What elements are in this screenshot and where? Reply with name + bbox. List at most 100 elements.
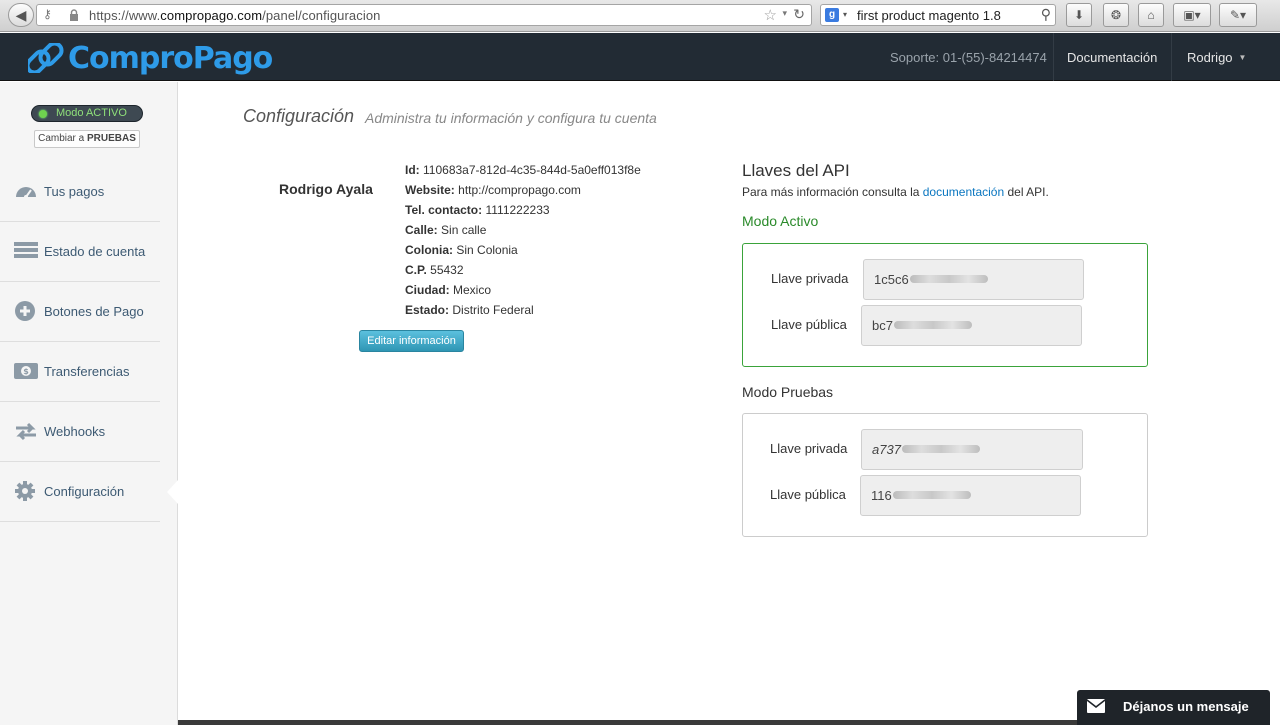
sidebar-item-label: Botones de Pago: [44, 304, 144, 319]
sidebar-item-tus-pagos[interactable]: Tus pagos: [0, 162, 160, 222]
profile-name: Rodrigo Ayala: [279, 181, 373, 197]
page-title: Configuración: [243, 106, 355, 126]
brand-name: ComproPago: [68, 41, 273, 76]
active-indicator: [167, 480, 178, 504]
sidebar-item-label: Webhooks: [44, 424, 106, 439]
field-value: Sin Colonia: [456, 243, 518, 257]
sidebar-item-configuracion[interactable]: Configuración: [0, 462, 160, 522]
active-private-key-label: Llave privada: [771, 271, 849, 286]
field-label: Calle:: [405, 223, 438, 237]
active-public-key-field[interactable]: bc7: [861, 305, 1082, 346]
redacted-mask: [893, 321, 972, 329]
documentation-inline-link[interactable]: documentación: [923, 185, 1004, 199]
key-value: 1c5c6: [874, 272, 909, 287]
info-state: Estado: Distrito Federal: [405, 303, 534, 317]
page-subtitle: Administra tu información y configura tu…: [365, 110, 657, 126]
test-keys-panel: Llave privada a737 Llave pública 116: [742, 413, 1148, 537]
support-phone: Soporte: 01-(55)-84214474: [890, 50, 1047, 65]
sidebar: Modo ACTIVO Cambiar a PRUEBAS Tus pagos …: [0, 82, 178, 725]
search-icon[interactable]: ⚲: [1041, 6, 1051, 23]
test-private-key-label: Llave privada: [770, 441, 848, 456]
field-label: Tel. contacto:: [405, 203, 483, 217]
test-private-key-field[interactable]: a737: [861, 429, 1083, 470]
lock-icon: [70, 9, 78, 21]
g-icon[interactable]: g: [825, 8, 839, 22]
field-value: 55432: [430, 263, 464, 277]
key-value: 116: [871, 488, 892, 503]
mode-status-label: Modo ACTIVO: [56, 107, 127, 119]
redacted-mask: [892, 491, 971, 499]
info-city: Ciudad: Mexico: [405, 283, 491, 297]
active-mode-heading: Modo Activo: [742, 213, 819, 229]
home-icon[interactable]: ⌂: [1138, 3, 1164, 27]
reload-icon[interactable]: ↻: [793, 6, 805, 23]
sidebar-item-label: Configuración: [44, 484, 125, 499]
info-colonia: Colonia: Sin Colonia: [405, 243, 518, 257]
key-value: bc7: [872, 318, 893, 333]
sidebar-item-botones-de-pago[interactable]: Botones de Pago: [0, 282, 160, 342]
compropago-logo-icon: [28, 43, 64, 73]
sidebar-item-estado-de-cuenta[interactable]: Estado de cuenta: [0, 222, 160, 282]
switch-target: PRUEBAS: [87, 133, 136, 144]
user-menu[interactable]: Rodrigo ▼: [1187, 50, 1246, 65]
field-value: 1111222233: [485, 203, 550, 217]
dashboard-icon: [16, 187, 36, 199]
exchange-icon: [16, 422, 36, 441]
field-label: Colonia:: [405, 243, 453, 257]
field-value: http://compropago.com: [458, 183, 581, 197]
search-input[interactable]: first product magento 1.8: [857, 8, 1001, 23]
tools-icon[interactable]: ✎▾: [1219, 3, 1257, 27]
field-label: Estado:: [405, 303, 450, 317]
list-icon: [14, 242, 38, 258]
addon-icon[interactable]: ❂: [1103, 3, 1129, 27]
back-icon[interactable]: ◀: [8, 3, 34, 27]
field-value: Distrito Federal: [452, 303, 534, 317]
api-description: Para más información consulta la documen…: [742, 185, 1049, 199]
sidebar-item-label: Estado de cuenta: [44, 244, 146, 259]
redacted-mask: [901, 445, 980, 453]
download-icon[interactable]: ⬇: [1066, 3, 1092, 27]
test-public-key-label: Llave pública: [770, 487, 846, 502]
caret-down-icon: ▼: [1238, 53, 1247, 62]
engine-caret-icon[interactable]: ▾: [843, 10, 847, 19]
redacted-mask: [909, 275, 988, 283]
switch-prefix: Cambiar a: [38, 133, 87, 144]
address-bar[interactable]: ⚷ https://www.compropago.com/panel/confi…: [36, 4, 812, 26]
top-navbar: ComproPago Soporte: 01-(55)-84214474 Doc…: [0, 33, 1280, 81]
info-website: Website: http://compropago.com: [405, 183, 581, 197]
status-dot-icon: [39, 110, 47, 118]
field-label: Id:: [405, 163, 420, 177]
test-mode-heading: Modo Pruebas: [742, 384, 834, 400]
field-label: C.P.: [405, 263, 427, 277]
info-postal-code: C.P. 55432: [405, 263, 464, 277]
url-dropdown-icon[interactable]: ▾: [782, 8, 787, 19]
field-label: Ciudad:: [405, 283, 450, 297]
background-window-strip: [178, 720, 1078, 725]
active-keys-panel: Llave privada 1c5c6 Llave pública bc7: [742, 243, 1148, 367]
field-value: Mexico: [453, 283, 492, 297]
envelope-icon: [1087, 699, 1105, 713]
feed-icon[interactable]: ▣▾: [1173, 3, 1211, 27]
search-bar[interactable]: g ▾ first product magento 1.8 ⚲: [820, 4, 1056, 26]
sidebar-item-transferencias[interactable]: $ Transferencias: [0, 342, 160, 402]
key-icon: ⚷: [43, 7, 52, 21]
test-public-key-field[interactable]: 116: [860, 475, 1081, 516]
nav-divider: [1171, 33, 1172, 81]
gear-icon: [15, 481, 35, 501]
svg-text:$: $: [23, 367, 29, 376]
chat-widget[interactable]: Déjanos un mensaje: [1077, 690, 1270, 725]
field-value: 110683a7-812d-4c35-844d-5a0eff013f8e: [423, 163, 641, 177]
edit-info-button[interactable]: Editar información: [359, 330, 464, 352]
url-text: https://www.compropago.com/panel/configu…: [89, 8, 381, 23]
info-id: Id: 110683a7-812d-4c35-844d-5a0eff013f8e: [405, 163, 641, 177]
documentation-link[interactable]: Documentación: [1067, 50, 1157, 65]
sidebar-item-label: Tus pagos: [44, 184, 105, 199]
bookmark-star-icon[interactable]: ☆: [764, 6, 777, 24]
switch-mode-button[interactable]: Cambiar a PRUEBAS: [34, 130, 140, 148]
sidebar-item-webhooks[interactable]: Webhooks: [0, 402, 160, 462]
chat-label: Déjanos un mensaje: [1123, 699, 1249, 714]
active-private-key-field[interactable]: 1c5c6: [863, 259, 1084, 300]
active-public-key-label: Llave pública: [771, 317, 847, 332]
api-keys-title: Llaves del API: [742, 161, 850, 180]
info-street: Calle: Sin calle: [405, 223, 486, 237]
